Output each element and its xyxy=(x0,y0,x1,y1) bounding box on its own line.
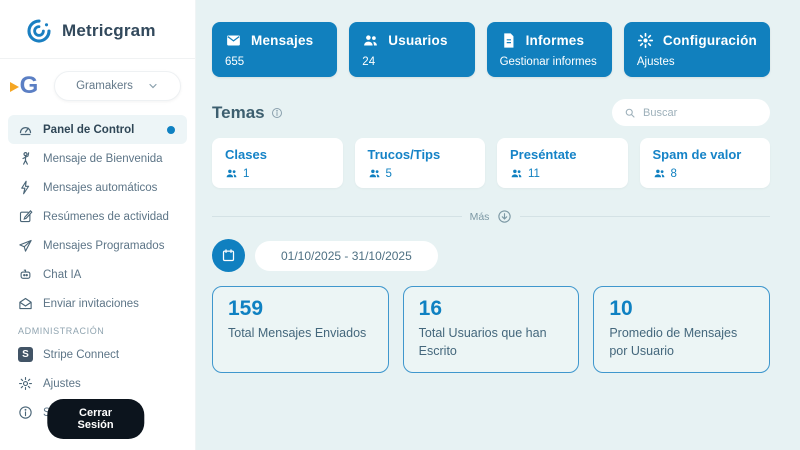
more-label: Más xyxy=(470,211,490,223)
sidebar-item-mensajes-programados[interactable]: Mensajes Programados xyxy=(8,231,187,260)
sidebar-nav: Panel de Control Mensaje de Bienvenida M… xyxy=(0,115,195,427)
sidebar-item-chat-ia[interactable]: Chat IA xyxy=(8,260,187,289)
envelope-icon xyxy=(225,32,242,49)
topic-card-trucos-tips[interactable]: Trucos/Tips 5 xyxy=(355,138,486,188)
member-count: 8 xyxy=(671,168,677,180)
sidebar-item-mensajes-automaticos[interactable]: Mensajes automáticos xyxy=(8,173,187,202)
search-input[interactable] xyxy=(643,107,758,119)
gear-icon xyxy=(637,32,654,49)
search-box xyxy=(612,99,770,126)
workspace-name: Gramakers xyxy=(76,80,133,92)
edit-note-icon xyxy=(18,209,33,224)
summary-card-configuracion[interactable]: Configuración Ajustes xyxy=(624,22,770,77)
member-count: 1 xyxy=(243,168,249,180)
summary-card-usuarios[interactable]: Usuarios 24 xyxy=(349,22,474,77)
app-logo: Metricgram xyxy=(0,0,195,59)
admin-section-label: ADMINISTRACIÓN xyxy=(0,318,195,340)
date-range-picker[interactable]: 01/10/2025 - 31/10/2025 xyxy=(255,241,438,271)
sidebar-item-mensaje-de-bienvenida[interactable]: Mensaje de Bienvenida xyxy=(8,144,187,173)
robot-icon xyxy=(18,267,33,282)
search-icon xyxy=(624,107,636,119)
gear-icon xyxy=(18,376,33,391)
topic-card-clases[interactable]: Clases 1 xyxy=(212,138,343,188)
member-count: 5 xyxy=(386,168,392,180)
logout-button[interactable]: Cerrar Sesión xyxy=(47,399,145,439)
sidebar-item-ajustes[interactable]: Ajustes xyxy=(8,369,187,398)
paper-plane-icon xyxy=(18,238,33,253)
member-count: 11 xyxy=(528,168,540,180)
sidebar: Metricgram G Gramakers Panel de Control … xyxy=(0,0,196,450)
metricgram-logo-icon xyxy=(24,16,54,46)
topic-card-presentate[interactable]: Preséntate 11 xyxy=(497,138,628,188)
sidebar-item-panel-de-control[interactable]: Panel de Control xyxy=(8,115,187,144)
workspace-selector[interactable]: Gramakers xyxy=(54,71,181,101)
workspace-avatar: G xyxy=(12,69,46,103)
usuarios-count: 24 xyxy=(362,56,461,68)
envelope-open-icon xyxy=(18,296,33,311)
avatar-accent-arrow xyxy=(10,82,19,92)
stats-cards-row: 159 Total Mensajes Enviados 16 Total Usu… xyxy=(212,286,770,373)
users-icon xyxy=(225,167,238,180)
active-indicator-dot xyxy=(167,126,175,134)
main-content: Mensajes 655 Usuarios 24 Informes Gestio… xyxy=(196,0,800,450)
expand-down-icon[interactable] xyxy=(497,209,512,224)
sidebar-item-stripe-connect[interactable]: S Stripe Connect xyxy=(8,340,187,369)
sidebar-item-resumenes-de-actividad[interactable]: Resúmenes de actividad xyxy=(8,202,187,231)
summary-cards-row: Mensajes 655 Usuarios 24 Informes Gestio… xyxy=(212,22,770,77)
users-icon xyxy=(368,167,381,180)
summary-card-informes[interactable]: Informes Gestionar informes xyxy=(487,22,612,77)
topics-info-icon[interactable] xyxy=(271,107,283,119)
lightning-icon xyxy=(18,180,33,195)
calendar-button[interactable] xyxy=(212,239,245,272)
stat-card-total-usuarios: 16 Total Usuarios que han Escrito xyxy=(403,286,580,373)
speedometer-icon xyxy=(18,122,33,137)
stat-card-total-mensajes: 159 Total Mensajes Enviados xyxy=(212,286,389,373)
welcome-person-icon xyxy=(18,151,33,166)
mensajes-count: 655 xyxy=(225,56,324,68)
topic-cards-row: Clases 1 Trucos/Tips 5 Preséntate 11 Spa… xyxy=(212,138,770,188)
topics-heading: Temas xyxy=(212,103,265,123)
report-icon xyxy=(500,32,517,49)
summary-card-mensajes[interactable]: Mensajes 655 xyxy=(212,22,337,77)
stat-card-promedio-mensajes: 10 Promedio de Mensajes por Usuario xyxy=(593,286,770,373)
more-divider: Más xyxy=(212,209,770,224)
users-icon xyxy=(510,167,523,180)
stripe-s-icon: S xyxy=(18,347,33,362)
users-icon xyxy=(653,167,666,180)
users-icon xyxy=(362,32,379,49)
sidebar-item-enviar-invitaciones[interactable]: Enviar invitaciones xyxy=(8,289,187,318)
app-title: Metricgram xyxy=(62,21,156,41)
chevron-down-icon xyxy=(147,80,159,92)
calendar-icon xyxy=(221,248,236,263)
info-circle-icon xyxy=(18,405,33,420)
topic-card-spam-de-valor[interactable]: Spam de valor 8 xyxy=(640,138,771,188)
